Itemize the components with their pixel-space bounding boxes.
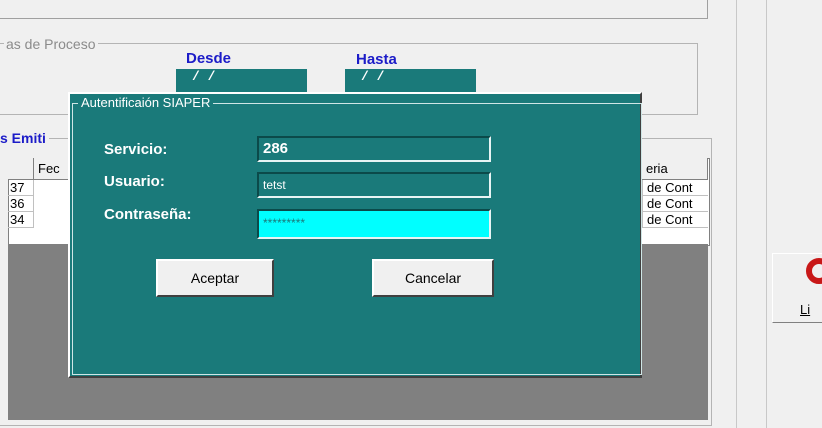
accept-button[interactable]: Aceptar [156, 259, 274, 297]
divider [736, 0, 737, 428]
table-row-desc[interactable]: de Cont [642, 212, 708, 228]
cancel-button[interactable]: Cancelar [372, 259, 494, 297]
table-row-id[interactable]: 36 [8, 196, 34, 212]
table-row-id[interactable]: 37 [8, 180, 34, 196]
emitted-group-title: s Emiti [0, 130, 49, 146]
servicio-label: Servicio: [104, 141, 168, 158]
table-row-desc[interactable]: de Cont [642, 180, 708, 196]
hasta-label: Hasta [356, 51, 397, 68]
servicio-field[interactable]: 286 [257, 136, 491, 162]
password-field[interactable]: ********* [257, 209, 491, 239]
top-frame [0, 0, 708, 19]
process-dates-title: as de Proceso [4, 36, 98, 52]
grid-header-materia[interactable]: eria [642, 158, 708, 180]
auth-dialog-title: Autentificaión SIAPER [78, 95, 214, 110]
table-row-id[interactable]: 34 [8, 212, 34, 228]
usuario-field[interactable]: tetst [257, 172, 491, 198]
table-row-desc[interactable]: de Cont [642, 196, 708, 212]
usuario-label: Usuario: [104, 173, 165, 190]
desde-label: Desde [186, 50, 232, 67]
divider [766, 0, 767, 428]
grid-header-left[interactable] [8, 158, 34, 180]
side-action-label: Li [800, 302, 811, 317]
contrasena-label: Contraseña: [104, 206, 192, 223]
